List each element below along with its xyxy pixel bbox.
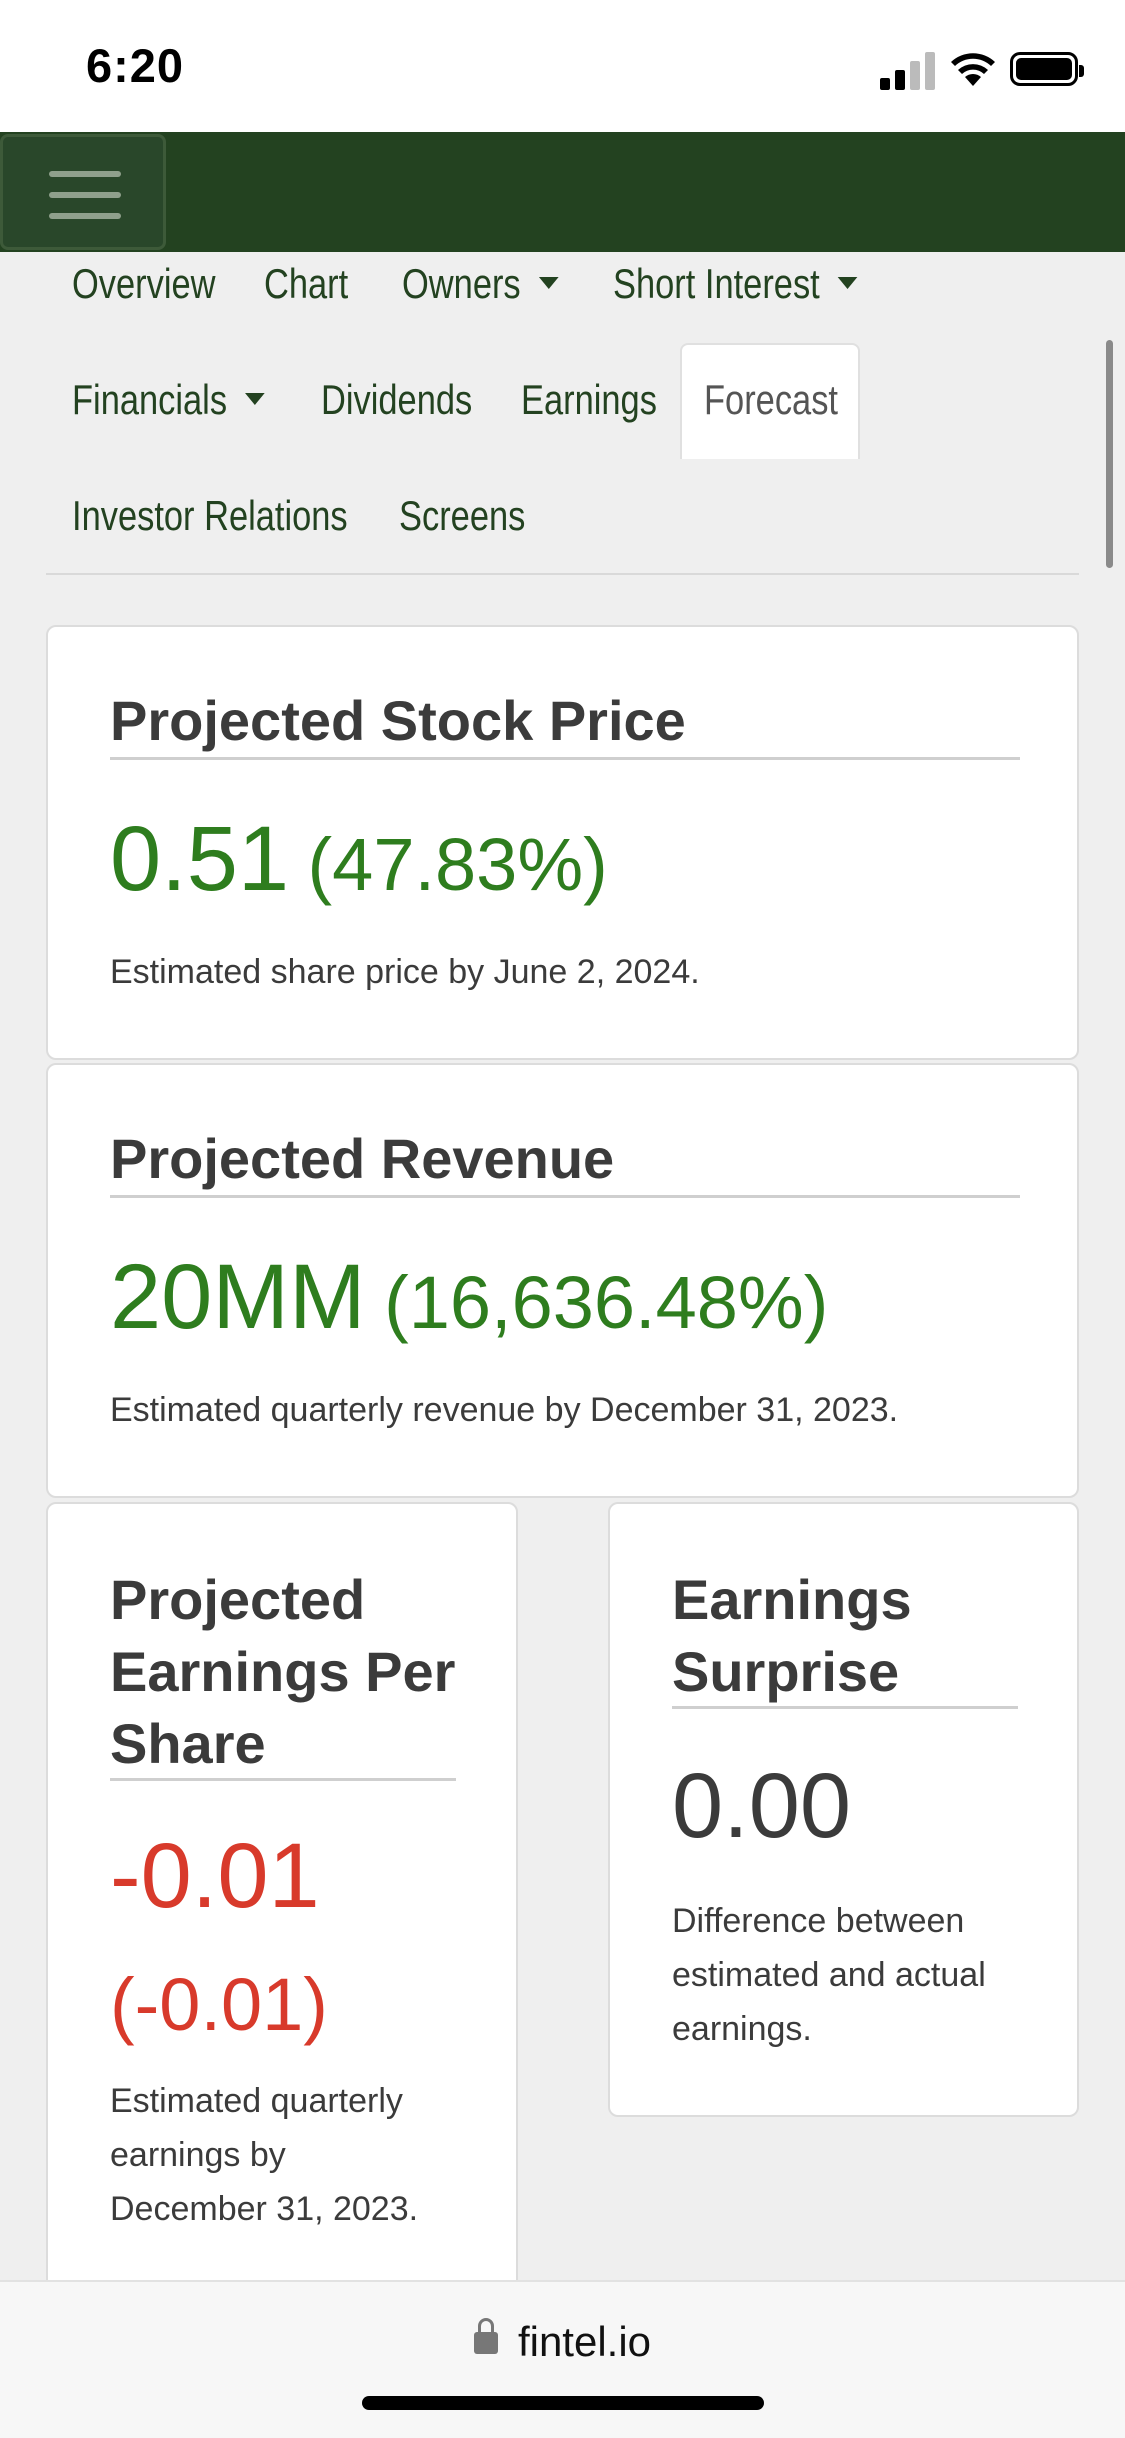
status-time: 6:20 — [86, 39, 185, 92]
projected-price-value-row: 0.51 (47.83%) — [110, 807, 608, 912]
projected-eps-value: -0.01 — [110, 1825, 320, 1927]
card-title: Projected Revenue — [110, 1127, 615, 1190]
card-description-line: Estimated quarterly — [110, 2082, 403, 2120]
projected-eps-card: Projected Earnings Per Share -0.01 (-0.0… — [46, 1502, 518, 2302]
earnings-surprise-value: 0.00 — [672, 1755, 852, 1857]
wifi-icon — [951, 53, 995, 86]
card-title-line: Projected — [110, 1568, 366, 1631]
card-title-rule — [672, 1706, 1018, 1709]
nav-chart[interactable]: Chart — [264, 260, 348, 308]
nav-owners-label: Owners — [402, 260, 521, 307]
browser-url-bar[interactable]: fintel.io — [0, 2280, 1125, 2438]
nav-dividends[interactable]: Dividends — [321, 376, 472, 424]
projected-revenue-value: 20MM — [110, 1246, 366, 1348]
card-title: Projected Stock Price — [110, 689, 686, 752]
card-title-rule — [110, 757, 1020, 760]
nav-overview[interactable]: Overview — [72, 260, 216, 308]
site-header — [0, 132, 1125, 252]
card-description-line: earnings by — [110, 2136, 286, 2174]
lock-icon — [473, 2318, 498, 2354]
card-description: Estimated quarterly revenue by December … — [110, 1391, 899, 1429]
nav-short-interest[interactable]: Short Interest — [613, 260, 858, 308]
nav-screens[interactable]: Screens — [399, 492, 525, 540]
card-title-rule — [110, 1778, 456, 1781]
url-domain: fintel.io — [517, 2318, 652, 2365]
status-bar: 6:20 — [0, 0, 1125, 132]
nav-financials[interactable]: Financials — [72, 376, 265, 424]
card-title-line: Earnings — [672, 1568, 912, 1631]
card-title: Earnings Surprise — [672, 1564, 912, 1708]
nav-investor-relations[interactable]: Investor Relations — [72, 492, 348, 540]
card-description-line: earnings. — [672, 2010, 812, 2048]
card-title: Projected Earnings Per Share — [110, 1564, 455, 1780]
projected-price-value: 0.51 — [110, 808, 290, 910]
projected-stock-price-card: Projected Stock Price 0.51 (47.83%) Esti… — [46, 625, 1079, 1060]
nav-earnings[interactable]: Earnings — [521, 376, 657, 424]
card-description: Difference between estimated and actual … — [672, 1894, 986, 2056]
chevron-down-icon — [538, 276, 559, 289]
nav-financials-label: Financials — [72, 376, 228, 423]
card-title-line: Share — [110, 1712, 266, 1775]
url-display[interactable]: fintel.io — [0, 2318, 1125, 2366]
card-description: Estimated quarterly earnings by December… — [110, 2074, 418, 2236]
card-title-line: Surprise — [672, 1640, 900, 1703]
page-scrollbar[interactable] — [1106, 340, 1113, 568]
card-description-line: Difference between — [672, 1902, 965, 1940]
tab-forecast[interactable]: Forecast — [704, 376, 838, 424]
battery-icon — [1010, 52, 1084, 86]
nav-owners[interactable]: Owners — [402, 260, 559, 308]
card-title-rule — [110, 1195, 1020, 1198]
card-description-line: December 31, 2023. — [110, 2190, 419, 2228]
chevron-down-icon — [245, 392, 265, 405]
projected-eps-change: (-0.01) — [110, 1963, 328, 2046]
projected-revenue-change: (16,636.48%) — [384, 1261, 829, 1344]
nav-divider — [46, 573, 1079, 575]
card-description-line: estimated and actual — [672, 1956, 986, 1994]
chevron-down-icon — [837, 276, 858, 289]
nav-short-interest-label: Short Interest — [613, 260, 820, 307]
hamburger-menu-button[interactable] — [0, 134, 166, 250]
earnings-surprise-card: Earnings Surprise 0.00 Difference betwee… — [608, 1502, 1079, 2117]
projected-revenue-card: Projected Revenue 20MM (16,636.48%) Esti… — [46, 1063, 1079, 1498]
card-title-line: Earnings Per — [110, 1640, 456, 1703]
card-description: Estimated share price by June 2, 2024. — [110, 953, 700, 991]
projected-revenue-value-row: 20MM (16,636.48%) — [110, 1245, 828, 1350]
projected-price-change: (47.83%) — [307, 823, 608, 906]
home-indicator[interactable] — [362, 2396, 764, 2410]
cellular-signal-icon — [880, 50, 936, 90]
